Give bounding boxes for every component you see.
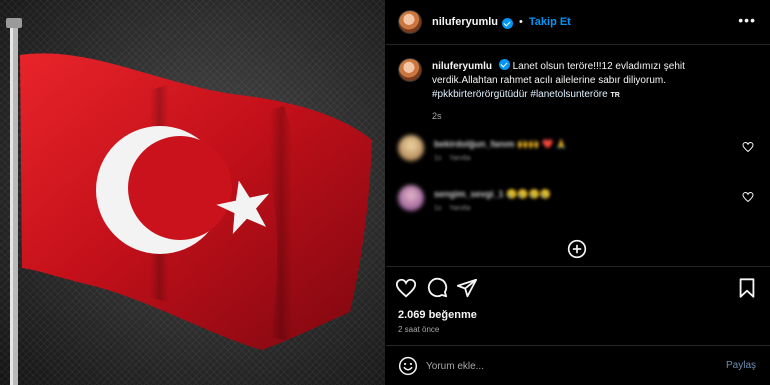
plus-circle-icon[interactable] [567, 239, 587, 259]
comment-meta: 1s Yanıtla [434, 205, 470, 212]
reply-button[interactable]: Yanıtla [449, 205, 470, 212]
comment-item: sengim_sevgi_1 😢😢😢😢 1s Yanıtla [398, 185, 758, 221]
comment-content: sengim_sevgi_1 😢😢😢😢 [434, 189, 551, 200]
caption-username[interactable]: niluferyumlu [432, 61, 492, 72]
commenter-avatar[interactable] [398, 135, 424, 161]
comment-meta: 1s Yanıtla [434, 155, 470, 162]
post-image[interactable] [0, 0, 385, 385]
comment-text: 😢😢😢😢 [506, 189, 551, 199]
comment-username[interactable]: bekirdolğun_fanım [434, 139, 515, 149]
post-timestamp: 2 saat önce [398, 325, 440, 334]
comment-like-heart-icon[interactable] [742, 141, 754, 153]
header-username[interactable]: niluferyumlu [432, 16, 498, 28]
caption-avatar[interactable] [398, 58, 422, 82]
reply-button[interactable]: Yanıtla [449, 155, 470, 162]
verified-badge-icon [498, 59, 510, 70]
comment-age: 1s [434, 155, 442, 162]
comment-like-heart-icon[interactable] [742, 191, 754, 203]
like-count[interactable]: 2.069 beğenme [398, 309, 477, 321]
comment-text: 🙌🙌 ❤️ 🙏 [517, 139, 567, 149]
share-icon[interactable] [456, 277, 478, 299]
post-comment-button[interactable]: Paylaş [726, 360, 756, 371]
follow-button[interactable]: Takip Et [529, 16, 571, 28]
comment-username[interactable]: sengim_sevgi_1 [434, 189, 504, 199]
comment-content: bekirdolğun_fanım 🙌🙌 ❤️ 🙏 [434, 139, 567, 150]
more-options-icon[interactable]: ••• [738, 13, 756, 27]
comment-item: bekirdolğun_fanım 🙌🙌 ❤️ 🙏 1s Yanıtla [398, 135, 758, 171]
heart-icon[interactable] [395, 277, 417, 299]
caption-flag-emoji: TR [610, 92, 620, 99]
verified-badge-icon [502, 17, 514, 29]
emoji-icon[interactable] [398, 356, 418, 376]
post-caption: niluferyumlu Lanet olsun teröre!!!12 evl… [398, 58, 758, 123]
caption-hashtags[interactable]: #pkkbirterörörgütüdür #lanetolsunteröre [432, 89, 608, 100]
comment-icon[interactable] [426, 277, 448, 299]
action-bar [386, 266, 770, 308]
turkish-flag-image [6, 18, 372, 385]
bookmark-icon[interactable] [736, 277, 758, 299]
post-panel: niluferyumlu • Takip Et ••• niluferyumlu… [386, 0, 770, 385]
post-header: niluferyumlu • Takip Et ••• [386, 0, 770, 45]
commenter-avatar[interactable] [398, 185, 424, 211]
avatar[interactable] [398, 10, 422, 34]
comment-input[interactable] [426, 357, 706, 375]
comment-bar: Paylaş [386, 345, 770, 385]
separator-dot: • [519, 16, 523, 28]
caption-timestamp: 2s [432, 111, 442, 121]
comment-age: 1s [434, 205, 442, 212]
